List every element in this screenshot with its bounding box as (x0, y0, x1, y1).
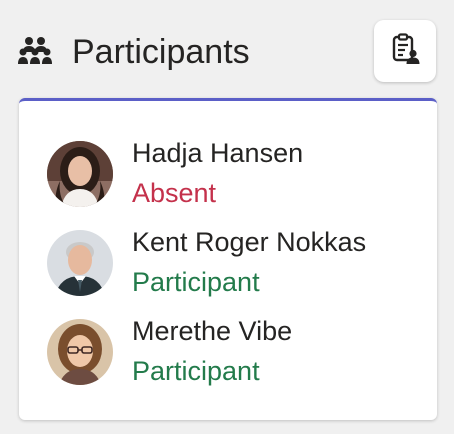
participant-name: Merethe Vibe (132, 316, 293, 346)
participants-panel: Participants Hadja Hansen Absent Kent Ro… (0, 0, 454, 434)
participant-name: Kent Roger Nokkas (132, 227, 367, 257)
people-group-icon (18, 35, 52, 65)
page-title: Participants (72, 33, 250, 71)
participant-row[interactable]: Kent Roger Nokkas Participant (19, 190, 437, 297)
participant-list-button[interactable] (374, 20, 436, 82)
participant-status: Participant (132, 356, 260, 386)
avatar (47, 319, 113, 385)
participants-card: Hadja Hansen Absent Kent Roger Nokkas Pa… (19, 98, 437, 420)
clipboard-person-icon (388, 32, 422, 71)
participant-row[interactable]: Hadja Hansen Absent (19, 101, 437, 208)
participant-row[interactable]: Merethe Vibe Participant (19, 279, 437, 386)
panel-header: Participants (0, 0, 454, 96)
participant-name: Hadja Hansen (132, 138, 304, 168)
